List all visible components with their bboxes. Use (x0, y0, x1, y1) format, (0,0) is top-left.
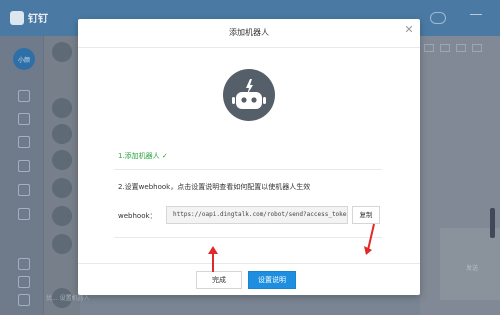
annotation-arrow-icon (208, 246, 218, 272)
cloud-disk-icon[interactable] (18, 208, 30, 220)
minimize-icon[interactable] (470, 14, 482, 15)
conversation-avatar[interactable] (52, 150, 72, 170)
dialog-title: 添加机器人 (229, 28, 269, 37)
step1-label: 1.添加机器人 (118, 152, 160, 160)
app-sidebar (0, 36, 44, 315)
conversation-avatar[interactable] (52, 42, 72, 62)
conversation-avatar[interactable] (52, 234, 72, 254)
more-icon[interactable] (472, 44, 482, 52)
ding-icon[interactable] (18, 113, 30, 125)
add-icon[interactable] (18, 276, 30, 288)
workbench-icon[interactable] (18, 184, 30, 196)
step2-instruction: 2.设置webhook，点击设置说明查看如何配置以使机器人生效 (118, 183, 311, 191)
webhook-label: webhook： (118, 212, 157, 220)
chat-toolbar (424, 44, 482, 52)
robot-icon (223, 69, 275, 121)
scrollbar[interactable] (490, 208, 495, 238)
user-avatar-label: 小颜 (17, 56, 30, 64)
cloud-icon[interactable] (430, 12, 446, 24)
check-icon: ✓ (161, 152, 168, 160)
conversation-avatar[interactable] (52, 98, 72, 118)
video-icon[interactable] (456, 44, 466, 52)
app-brand-label: 钉钉 (28, 14, 48, 25)
contacts-icon[interactable] (18, 160, 30, 172)
annotation-arrow-icon (364, 223, 375, 255)
divider (78, 263, 420, 264)
file-icon[interactable] (440, 44, 450, 52)
conversation-list (44, 36, 80, 315)
conversation-avatar[interactable] (52, 206, 72, 226)
image-icon[interactable] (424, 44, 434, 52)
webhook-url-field[interactable]: https://oapi.dingtalk.com/robot/send?acc… (166, 206, 348, 224)
user-avatar[interactable]: 小颜 (13, 48, 35, 70)
chat-icon[interactable] (18, 90, 30, 102)
step1-status: 1.添加机器人 ✓ (118, 151, 168, 161)
conversation-avatar[interactable] (52, 124, 72, 144)
mail-icon[interactable] (18, 258, 30, 270)
settings-icon[interactable] (18, 294, 30, 306)
close-icon[interactable]: ✕ (402, 23, 416, 37)
divider (78, 47, 420, 48)
send-button[interactable]: 发送 (466, 263, 478, 272)
conversation-avatar[interactable] (52, 178, 72, 198)
app-brand: 钉钉 (10, 10, 48, 25)
dingtalk-logo-icon (10, 10, 24, 25)
phone-icon[interactable] (18, 136, 30, 148)
divider (114, 237, 382, 238)
settings-instructions-button[interactable]: 设置说明 (248, 271, 296, 289)
divider (114, 169, 382, 170)
